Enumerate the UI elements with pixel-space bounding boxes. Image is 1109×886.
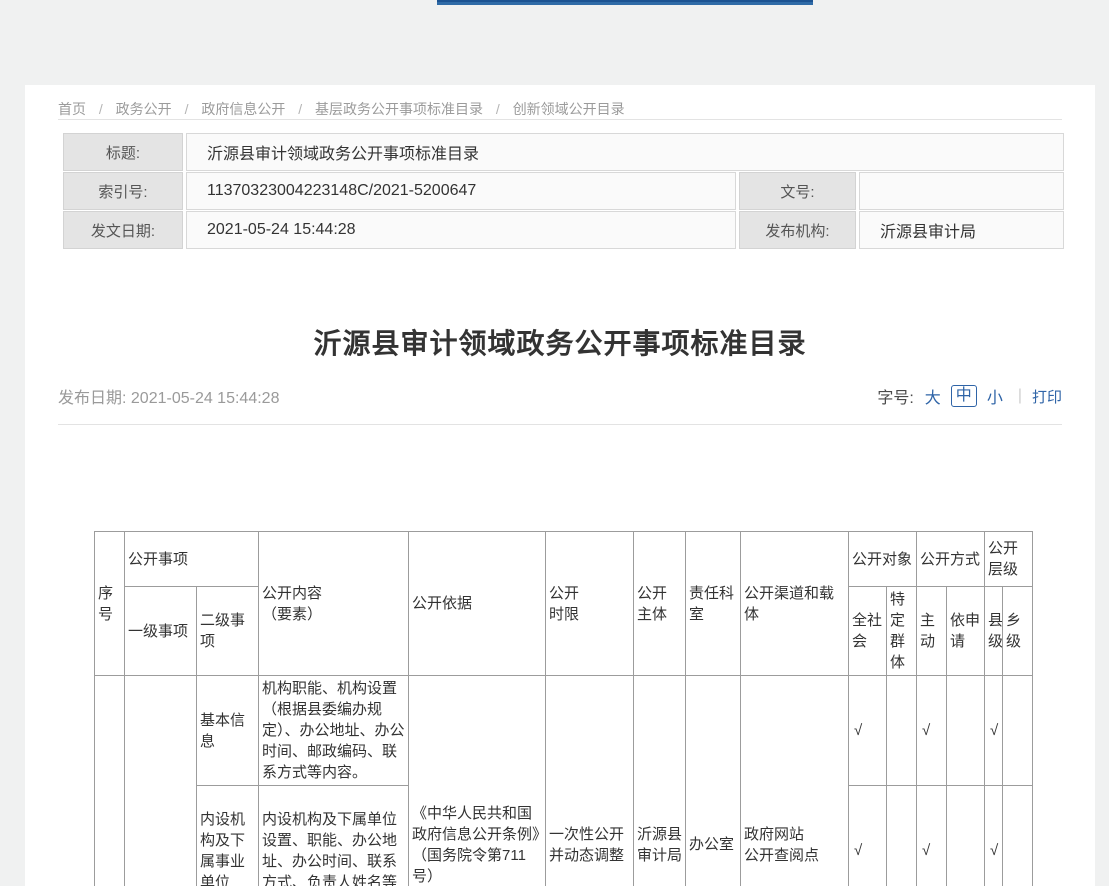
cell-yiji-shixiang (125, 676, 197, 886)
catalog-table: 序号 公开事项 公开内容 （要素） 公开依据 公开 时限 公开 主体 责任科室 … (94, 531, 1033, 886)
meta-table: 标题: 沂源县审计领域政务公开事项标准目录 索引号: 1137032300422… (60, 132, 1067, 250)
meta-agency-label: 发布机构: (739, 211, 856, 249)
header-xianji: 县级 (985, 587, 1003, 676)
check-yishenqing-r2 (947, 786, 985, 886)
meta-index-value: 11370323004223148C/2021-5200647 (186, 172, 736, 210)
meta-agency-value: 沂源县审计局 (859, 211, 1064, 249)
header-erji-shixiang: 二级事项 (197, 587, 259, 676)
breadcrumb-zhengwu[interactable]: 政务公开 (116, 101, 172, 117)
article-meta-row: 发布日期: 2021-05-24 15:44:28 字号: 大 中 小 | 打印 (58, 384, 1062, 408)
cell-zeren-keshi: 办公室 (686, 676, 741, 886)
meta-docnum-value (859, 172, 1064, 210)
check-xiangji-r1 (1003, 676, 1033, 786)
breadcrumb-separator: / (298, 101, 302, 117)
meta-docnum-label: 文号: (739, 172, 856, 210)
header-zhudong: 主动 (917, 587, 947, 676)
cell-neirong-r2: 内设机构及下属单位设置、职能、办公地址、办公时间、联系方式、负责人姓名等 (259, 786, 409, 886)
header-gongkai-yiju: 公开依据 (409, 532, 546, 676)
font-size-label: 字号: (877, 384, 913, 408)
check-quanshehui-r1: √ (849, 676, 887, 786)
font-size-medium-button[interactable]: 中 (951, 385, 977, 407)
meta-row-index: 索引号: 11370323004223148C/2021-5200647 文号: (63, 172, 1064, 210)
header-gongkai-qudao: 公开渠道和载体 (741, 532, 849, 676)
header-gongkai-shixiang: 公开事项 (125, 532, 259, 587)
catalog-body-row-1: 基本信息 机构职能、机构设置（根据县委编办规定）、办公地址、办公时间、邮政编码、… (95, 676, 1033, 786)
header-gongkai-zhuti: 公开 主体 (634, 532, 686, 676)
cell-erji-r1: 基本信息 (197, 676, 259, 786)
breadcrumb-chuangxin[interactable]: 创新领域公开目录 (513, 101, 625, 117)
check-xiangji-r2 (1003, 786, 1033, 886)
meta-title-value: 沂源县审计领域政务公开事项标准目录 (186, 133, 1064, 171)
header-teding-qunti: 特定群体 (887, 587, 917, 676)
breadcrumb-jiceng[interactable]: 基层政务公开事项标准目录 (315, 101, 483, 117)
meta-index-label: 索引号: (63, 172, 183, 210)
header-zeren-keshi: 责任科室 (686, 532, 741, 676)
header-gongkai-shixian: 公开 时限 (546, 532, 634, 676)
breadcrumb-separator: / (185, 101, 189, 117)
check-yishenqing-r1 (947, 676, 985, 786)
breadcrumb-separator: / (99, 101, 103, 117)
cell-gongkai-qudao: 政府网站 公开查阅点 (741, 676, 849, 886)
catalog-header-row-1: 序号 公开事项 公开内容 （要素） 公开依据 公开 时限 公开 主体 责任科室 … (95, 532, 1033, 587)
meta-row-date: 发文日期: 2021-05-24 15:44:28 发布机构: 沂源县审计局 (63, 211, 1064, 249)
check-xianji-r1: √ (985, 676, 1003, 786)
cell-gongkai-yiju: 《中华人民共和国政府信息公开条例》（国务院令第711号） (409, 676, 546, 886)
breadcrumb-separator: / (496, 101, 500, 117)
font-size-large-button[interactable]: 大 (925, 384, 941, 408)
header-yishenqing: 依申请 (947, 587, 985, 676)
breadcrumb-home[interactable]: 首页 (58, 101, 86, 117)
breadcrumb-xinxi[interactable]: 政府信息公开 (201, 101, 285, 117)
meta-title-label: 标题: (63, 133, 183, 171)
header-xuhao: 序号 (95, 532, 125, 676)
check-quanshehui-r2: √ (849, 786, 887, 886)
header-yiji-shixiang: 一级事项 (125, 587, 197, 676)
breadcrumb-divider (58, 119, 1062, 120)
check-zhudong-r2: √ (917, 786, 947, 886)
top-nav-bar (437, 0, 813, 5)
header-gongkai-fangshi: 公开方式 (917, 532, 985, 587)
check-zhudong-r1: √ (917, 676, 947, 786)
header-quanshehui: 全社会 (849, 587, 887, 676)
meta-date-value: 2021-05-24 15:44:28 (186, 211, 736, 249)
breadcrumb: 首页 / 政务公开 / 政府信息公开 / 基层政务公开事项标准目录 / 创新领域… (58, 85, 1062, 119)
font-size-small-button[interactable]: 小 (987, 384, 1003, 408)
pipe-divider: | (1018, 387, 1022, 405)
article-divider (58, 424, 1062, 425)
header-gongkai-cengji: 公开层级 (985, 532, 1033, 587)
header-gongkai-neirong: 公开内容 （要素） (259, 532, 409, 676)
cell-neirong-r1: 机构职能、机构设置（根据县委编办规定）、办公地址、办公时间、邮政编码、联系方式等… (259, 676, 409, 786)
publish-date: 发布日期: 2021-05-24 15:44:28 (58, 384, 279, 408)
check-teding-r2 (887, 786, 917, 886)
header-xiangji: 乡级 (1003, 587, 1033, 676)
page-title: 沂源县审计领域政务公开事项标准目录 (58, 322, 1062, 362)
print-button[interactable]: 打印 (1032, 386, 1062, 407)
font-size-control: 字号: 大 中 小 | 打印 (877, 384, 1062, 408)
meta-date-label: 发文日期: (63, 211, 183, 249)
meta-row-title: 标题: 沂源县审计领域政务公开事项标准目录 (63, 133, 1064, 171)
cell-xuhao (95, 676, 125, 886)
header-gongkai-duixiang: 公开对象 (849, 532, 917, 587)
content-card: 首页 / 政务公开 / 政府信息公开 / 基层政务公开事项标准目录 / 创新领域… (25, 85, 1095, 886)
cell-gongkai-zhuti: 沂源县审计局 (634, 676, 686, 886)
check-teding-r1 (887, 676, 917, 786)
cell-gongkai-shixian: 一次性公开并动态调整 (546, 676, 634, 886)
check-xianji-r2: √ (985, 786, 1003, 886)
cell-erji-r2: 内设机构及下属事业单位 (197, 786, 259, 886)
